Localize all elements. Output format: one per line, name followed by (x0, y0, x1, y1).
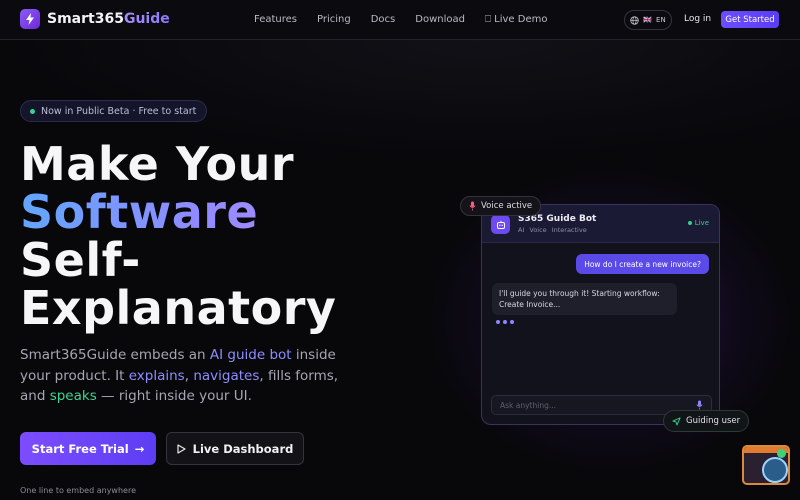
globe-icon (630, 15, 639, 25)
nav-link-docs[interactable]: Docs (371, 14, 396, 25)
live-dashboard-label: Live Dashboard (192, 441, 294, 456)
bot-tag: Interactive (551, 226, 587, 234)
headline-line-2: Software (20, 188, 336, 236)
arrow-right-icon: → (134, 441, 145, 456)
headline-line-4: Explanatory (20, 281, 337, 335)
guiding-user-label: Guiding user (686, 416, 741, 426)
language-code: EN (656, 16, 666, 24)
voice-active-pill: Voice active (460, 196, 542, 216)
bot-tags: AI Voice Interactive (518, 226, 587, 234)
nav-link-live-demo[interactable]: ⎕ Live Demo (485, 14, 548, 25)
bot-message: I'll guide you through it! Starting work… (492, 283, 677, 315)
live-dot (687, 221, 692, 225)
live-label: Live (694, 219, 709, 227)
play-icon (177, 443, 186, 454)
typing-dot (510, 320, 514, 324)
hero-headline: Make Your Software Self- Explanatory (20, 140, 336, 332)
login-link[interactable]: Log in (684, 14, 711, 24)
live-dashboard-button[interactable]: Live Dashboard (166, 432, 304, 465)
online-indicator (777, 449, 786, 458)
brand-logo[interactable]: Smart365Guide (20, 9, 170, 29)
send-icon (672, 416, 681, 426)
guiding-user-pill: Guiding user (663, 410, 750, 432)
hero-subtitle: Smart365Guide embeds an AI guide bot ins… (20, 347, 339, 404)
robot-icon (496, 220, 505, 229)
start-free-trial-label: Start Free Trial (31, 441, 129, 456)
nav-link-download[interactable]: Download (415, 14, 465, 25)
bot-tag: AI (518, 226, 525, 234)
typing-indicator (496, 320, 514, 324)
user-message: How do I create a new invoice? (576, 254, 709, 274)
get-started-button[interactable]: Get Started (721, 11, 779, 28)
chat-preview-card: S365 Guide Bot AI Voice Interactive Live… (481, 204, 720, 425)
assistant-avatar-icon (762, 457, 788, 483)
live-demo-icon: ⎕ (484, 14, 491, 25)
headline-line-1: Make Your (20, 137, 295, 191)
flag-icon: 🇬🇧 (643, 16, 653, 24)
embed-note: One line to embed anywhere (20, 486, 136, 495)
live-status: Live (687, 219, 709, 227)
beta-badge: Now in Public Beta · Free to start (20, 100, 208, 122)
language-selector[interactable]: 🇬🇧 EN (624, 10, 672, 30)
headline-line-3: Self- (20, 233, 141, 287)
beta-badge-text: Now in Public Beta · Free to start (41, 105, 197, 117)
microphone-icon[interactable] (696, 400, 703, 410)
nav-link-pricing[interactable]: Pricing (317, 14, 351, 25)
typing-dot (496, 320, 500, 324)
nav-links: Features Pricing Docs Download ⎕ Live De… (254, 14, 547, 25)
bot-tag: Voice (529, 226, 547, 234)
top-navbar: Smart365Guide Features Pricing Docs Down… (0, 0, 800, 40)
lightning-icon (20, 9, 40, 29)
brand-name: Smart365Guide (47, 11, 170, 27)
status-dot (30, 108, 35, 114)
bot-avatar (491, 215, 510, 234)
voice-active-label: Voice active (481, 201, 533, 211)
start-free-trial-button[interactable]: Start Free Trial → (20, 432, 156, 465)
chat-input-placeholder: Ask anything... (500, 400, 556, 410)
microphone-icon (469, 201, 476, 211)
floating-assistant-widget[interactable] (742, 445, 790, 485)
typing-dot (503, 320, 507, 324)
nav-link-features[interactable]: Features (254, 14, 297, 25)
